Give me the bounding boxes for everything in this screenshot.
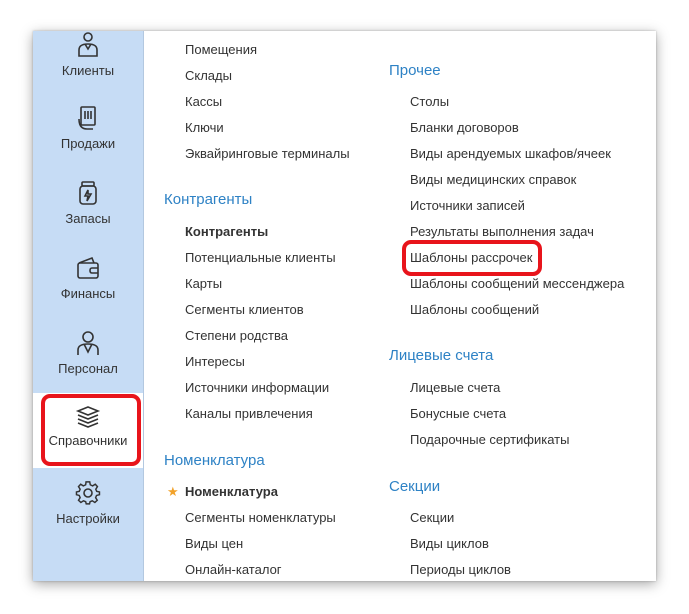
section-title-other: Прочее bbox=[389, 62, 441, 79]
link-cashboxes[interactable]: Кассы bbox=[185, 94, 222, 109]
wallet-icon bbox=[75, 255, 101, 281]
link-sections[interactable]: Секции bbox=[410, 510, 454, 525]
link-gift-certificates[interactable]: Подарочные сертификаты bbox=[410, 432, 569, 447]
sidebar-item-finance[interactable]: Финансы bbox=[33, 247, 143, 322]
link-potential-clients[interactable]: Потенциальные клиенты bbox=[185, 250, 336, 265]
sidebar-item-label: Финансы bbox=[60, 286, 116, 301]
section-title-nomenclature: Номенклатура bbox=[164, 452, 265, 469]
link-personal-accounts[interactable]: Лицевые счета bbox=[410, 380, 500, 395]
books-icon bbox=[75, 404, 101, 430]
link-cards[interactable]: Карты bbox=[185, 276, 222, 291]
stock-icon bbox=[75, 180, 101, 206]
sidebar-item-clients[interactable]: Клиенты bbox=[33, 31, 143, 86]
link-medical-certificate-types[interactable]: Виды медицинских справок bbox=[410, 172, 576, 187]
staff-icon bbox=[75, 330, 101, 356]
sidebar-item-label: Настройки bbox=[56, 511, 120, 526]
link-acquisition-channels[interactable]: Каналы привлечения bbox=[185, 406, 313, 421]
link-bonus-accounts[interactable]: Бонусные счета bbox=[410, 406, 506, 421]
link-nomenclature[interactable]: Номенклатура bbox=[185, 484, 278, 499]
client-icon bbox=[75, 31, 101, 57]
link-locker-types[interactable]: Виды арендуемых шкафов/ячеек bbox=[410, 146, 611, 161]
link-warehouses[interactable]: Склады bbox=[185, 68, 232, 83]
sidebar-item-label: Справочники bbox=[48, 433, 128, 448]
link-kinship-degrees[interactable]: Степени родства bbox=[185, 328, 288, 343]
gear-icon bbox=[75, 480, 101, 506]
sidebar-item-sales[interactable]: Продажи bbox=[33, 97, 143, 172]
link-online-catalog[interactable]: Онлайн-каталог bbox=[185, 562, 282, 577]
sales-icon bbox=[75, 105, 101, 131]
link-keys[interactable]: Ключи bbox=[185, 120, 224, 135]
link-task-results[interactable]: Результаты выполнения задач bbox=[410, 224, 594, 239]
link-acquiring-terminals[interactable]: Эквайринговые терминалы bbox=[185, 146, 350, 161]
link-tables[interactable]: Столы bbox=[410, 94, 449, 109]
link-cycle-types[interactable]: Виды циклов bbox=[410, 536, 489, 551]
sidebar-item-stock[interactable]: Запасы bbox=[33, 172, 143, 247]
link-record-sources[interactable]: Источники записей bbox=[410, 198, 525, 213]
sidebar: Клиенты Продажи Запасы Финансы Персонал … bbox=[33, 31, 144, 581]
sidebar-item-staff[interactable]: Персонал bbox=[33, 322, 143, 397]
sidebar-item-label: Продажи bbox=[60, 136, 116, 151]
sidebar-item-label: Запасы bbox=[65, 211, 111, 226]
link-message-templates[interactable]: Шаблоны сообщений bbox=[410, 302, 539, 317]
section-title-sections: Секции bbox=[389, 478, 441, 495]
section-title-personal-accounts: Лицевые счета bbox=[389, 347, 494, 364]
link-info-sources[interactable]: Источники информации bbox=[185, 380, 329, 395]
link-nomenclature-segments[interactable]: Сегменты номенклатуры bbox=[185, 510, 336, 525]
link-messenger-templates[interactable]: Шаблоны сообщений мессенджера bbox=[410, 276, 624, 291]
link-client-segments[interactable]: Сегменты клиентов bbox=[185, 302, 304, 317]
link-interests[interactable]: Интересы bbox=[185, 354, 245, 369]
section-title-contractors: Контрагенты bbox=[164, 191, 253, 208]
sidebar-item-label: Клиенты bbox=[61, 63, 115, 78]
star-icon[interactable]: ★ bbox=[167, 484, 179, 500]
app-window: Клиенты Продажи Запасы Финансы Персонал … bbox=[33, 31, 656, 581]
sidebar-item-references[interactable]: Справочники bbox=[33, 393, 143, 468]
link-contractors[interactable]: Контрагенты bbox=[185, 224, 268, 239]
link-premises[interactable]: Помещения bbox=[185, 42, 257, 57]
link-installment-templates[interactable]: Шаблоны рассрочек bbox=[410, 250, 532, 265]
sidebar-item-label: Персонал bbox=[58, 361, 118, 376]
link-price-types[interactable]: Виды цен bbox=[185, 536, 243, 551]
link-contract-forms[interactable]: Бланки договоров bbox=[410, 120, 519, 135]
link-cycle-periods[interactable]: Периоды циклов bbox=[410, 562, 511, 577]
sidebar-item-settings[interactable]: Настройки bbox=[33, 472, 143, 547]
